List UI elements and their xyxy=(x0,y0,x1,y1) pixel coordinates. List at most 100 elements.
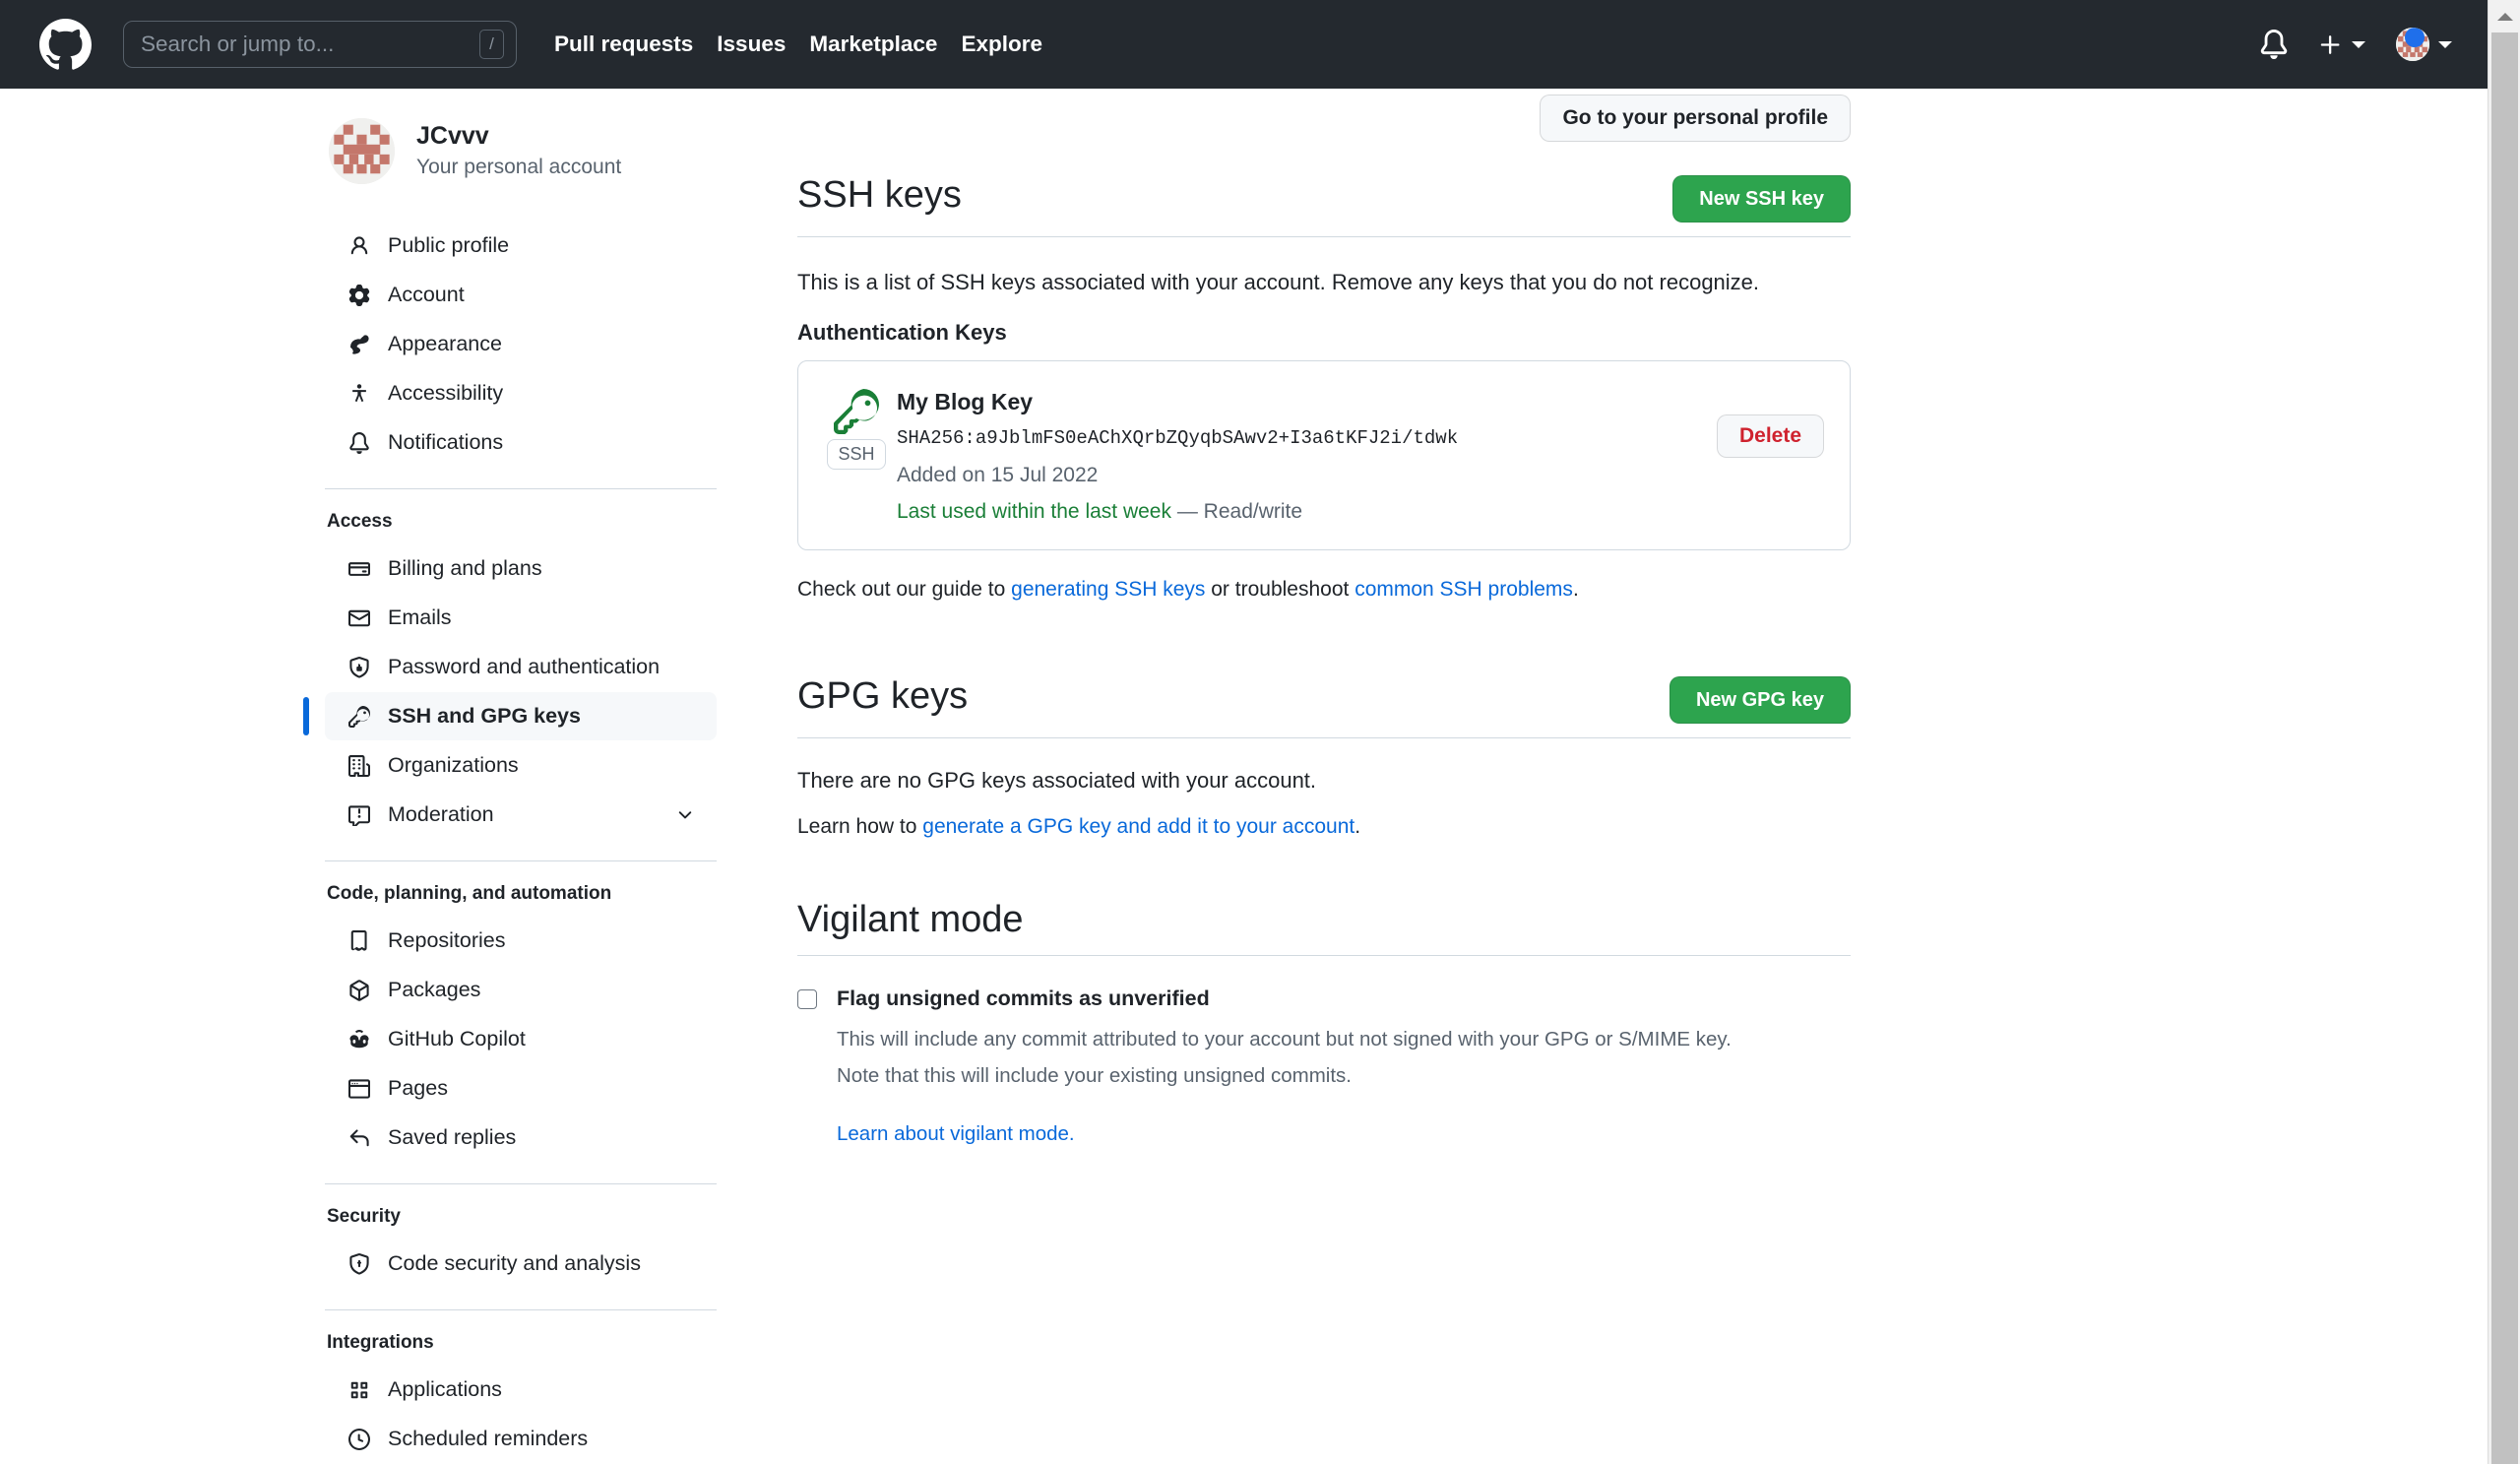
generate-gpg-key-link[interactable]: generate a GPG key and add it to your ac… xyxy=(922,815,1354,838)
sidebar-group-title-code: Code, planning, and automation xyxy=(327,883,612,904)
ssh-key-card: SSH My Blog Key SHA256:a9JblmFS0eAChXQrb… xyxy=(797,360,1851,551)
scrollbar-thumb[interactable] xyxy=(2491,32,2518,1464)
vigilant-mode-texts: Flag unsigned commits as unverified This… xyxy=(817,986,1732,1146)
scroll-up-button[interactable] xyxy=(2488,0,2520,32)
guide-prefix: Check out our guide to xyxy=(797,578,1012,602)
nav-pull-requests[interactable]: Pull requests xyxy=(542,32,705,57)
gpg-empty-message: There are no GPG keys associated with yo… xyxy=(797,767,1317,793)
sidebar-item-scheduled-reminders[interactable]: Scheduled reminders xyxy=(325,1415,717,1463)
chevron-down-icon xyxy=(2438,40,2452,48)
new-ssh-key-button[interactable]: New SSH key xyxy=(1672,175,1851,223)
sidebar-item-label: Saved replies xyxy=(388,1125,517,1149)
sidebar-item-label: Notifications xyxy=(388,430,504,454)
bell-icon[interactable] xyxy=(2259,30,2289,59)
page-title-gpg-keys: GPG keys xyxy=(797,674,969,717)
sidebar-item-packages[interactable]: Packages xyxy=(325,966,717,1014)
vigilant-description-line2: Note that this will include your existin… xyxy=(837,1064,1352,1088)
sidebar-item-label: Accessibility xyxy=(388,381,504,405)
sidebar-item-pages[interactable]: Pages xyxy=(325,1064,717,1113)
sidebar-item-billing-and-plans[interactable]: Billing and plans xyxy=(325,544,717,593)
learn-about-vigilant-mode-link[interactable]: Learn about vigilant mode. xyxy=(837,1122,1075,1145)
vigilant-description-line1: This will include any commit attributed … xyxy=(837,1027,1732,1050)
learn-prefix: Learn how to xyxy=(797,814,923,838)
triangle-up-icon xyxy=(2496,12,2513,21)
report-icon xyxy=(346,802,372,828)
page-title-vigilant-mode: Vigilant mode xyxy=(797,898,1024,940)
sidebar-item-label: Packages xyxy=(388,978,481,1001)
sidebar-item-ssh-and-gpg-keys[interactable]: SSH and GPG keys xyxy=(303,692,717,740)
sidebar-item-saved-replies[interactable]: Saved replies xyxy=(325,1114,717,1162)
sidebar-item-moderation[interactable]: Moderation xyxy=(325,791,717,839)
profile-avatar[interactable] xyxy=(329,118,395,184)
settings-page: Search or jump to... / Pull requests Iss… xyxy=(0,0,2520,1464)
sidebar-item-code-security-and-analysis[interactable]: Code security and analysis xyxy=(325,1240,717,1288)
chevron-down-icon xyxy=(2352,40,2365,48)
mail-icon xyxy=(346,605,372,631)
sidebar-item-label: Public profile xyxy=(388,233,510,257)
sidebar-item-appearance[interactable]: Appearance xyxy=(325,320,717,368)
sidebar-primary-group: Public profile Account Appearance Access… xyxy=(325,222,717,467)
generating-ssh-keys-link[interactable]: generating SSH keys xyxy=(1011,578,1205,601)
guide-suffix: . xyxy=(1572,578,1579,602)
sidebar-item-repositories[interactable]: Repositories xyxy=(325,917,717,965)
profile-button-row: Go to your personal profile xyxy=(797,95,1851,142)
status-indicator xyxy=(2405,28,2425,47)
new-gpg-key-button[interactable]: New GPG key xyxy=(1669,675,1851,724)
go-to-personal-profile-button[interactable]: Go to your personal profile xyxy=(1540,95,1851,142)
key-icon xyxy=(834,389,879,434)
sidebar-item-emails[interactable]: Emails xyxy=(325,594,717,642)
search-shortcut-key: / xyxy=(479,30,504,59)
sidebar-item-label: Appearance xyxy=(388,332,502,355)
sidebar-item-applications[interactable]: Applications xyxy=(325,1366,717,1414)
sidebar-item-github-copilot[interactable]: GitHub Copilot xyxy=(325,1015,717,1063)
page-scrollbar[interactable] xyxy=(2488,0,2520,1464)
browser-icon xyxy=(346,1076,372,1102)
nav-marketplace[interactable]: Marketplace xyxy=(797,32,949,57)
sidebar-item-label: Pages xyxy=(388,1076,448,1100)
ssh-key-info: My Blog Key SHA256:a9JblmFS0eAChXQrbZQyq… xyxy=(889,385,1717,526)
sidebar-item-public-profile[interactable]: Public profile xyxy=(325,222,717,270)
settings-sidebar: JCvvv Your personal account Public profi… xyxy=(303,118,717,1464)
plus-icon xyxy=(2320,34,2340,54)
gear-icon xyxy=(346,283,372,308)
sidebar-item-password-and-authentication[interactable]: Password and authentication xyxy=(325,643,717,691)
nav-explore[interactable]: Explore xyxy=(949,32,1054,57)
shield-lock-icon xyxy=(346,655,372,680)
header-actions xyxy=(2259,28,2452,61)
delete-ssh-key-button[interactable]: Delete xyxy=(1716,414,1824,458)
clock-icon xyxy=(346,1427,372,1452)
bell-icon xyxy=(346,430,372,456)
sidebar-item-label: Code security and analysis xyxy=(388,1251,641,1275)
search-input[interactable]: Search or jump to... / xyxy=(123,21,517,68)
account-menu-button[interactable] xyxy=(2396,28,2452,61)
create-new-button[interactable] xyxy=(2318,32,2365,57)
sidebar-item-label: Account xyxy=(388,283,465,306)
flag-unsigned-commits-checkbox[interactable] xyxy=(797,988,817,1009)
flag-unsigned-commits-label: Flag unsigned commits as unverified xyxy=(837,986,1210,1010)
vigilant-mode-option: Flag unsigned commits as unverified This… xyxy=(797,986,1851,1146)
gpg-learn-line: Learn how to generate a GPG key and add … xyxy=(797,815,1851,839)
sidebar-item-account[interactable]: Account xyxy=(325,271,717,319)
shield-check-icon xyxy=(346,1251,372,1277)
paintbrush-icon xyxy=(346,332,372,357)
sidebar-item-notifications[interactable]: Notifications xyxy=(325,418,717,467)
page-title-ssh-keys: SSH keys xyxy=(797,174,962,216)
sidebar-item-label: Emails xyxy=(388,605,452,629)
ssh-key-fingerprint: SHA256:a9JblmFS0eAChXQrbZQyqbSAwv2+I3a6t… xyxy=(897,427,1459,450)
settings-layout: JCvvv Your personal account Public profi… xyxy=(0,89,2488,1464)
nav-issues[interactable]: Issues xyxy=(705,32,797,57)
apps-icon xyxy=(346,1377,372,1403)
reply-icon xyxy=(346,1125,372,1151)
sidebar-item-accessibility[interactable]: Accessibility xyxy=(325,369,717,417)
person-icon xyxy=(346,233,372,259)
common-ssh-problems-link[interactable]: common SSH problems xyxy=(1354,578,1573,601)
sidebar-group-title-security: Security xyxy=(327,1206,401,1227)
chevron-down-icon[interactable] xyxy=(675,805,695,825)
organization-icon xyxy=(346,753,372,779)
sidebar-item-label: GitHub Copilot xyxy=(388,1027,526,1050)
github-mark-icon[interactable] xyxy=(39,18,92,71)
copilot-icon xyxy=(346,1027,372,1052)
sidebar-item-organizations[interactable]: Organizations xyxy=(325,741,717,790)
